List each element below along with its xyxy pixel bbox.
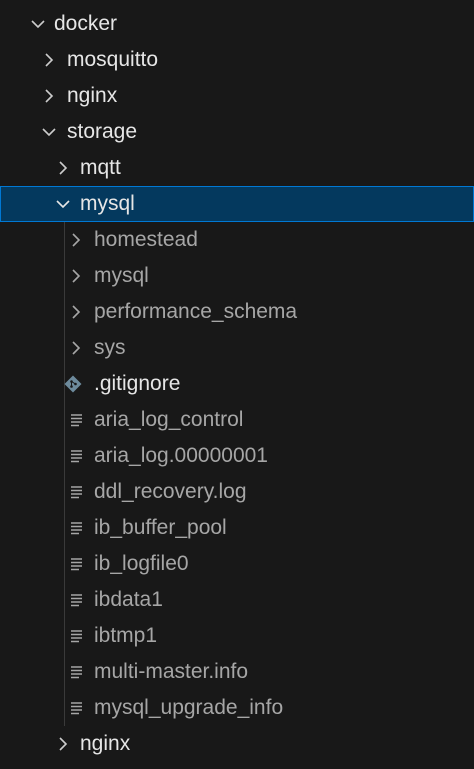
chevron-right-icon xyxy=(66,258,86,294)
text-file-icon xyxy=(67,582,87,618)
text-file-icon xyxy=(67,618,87,654)
tree-item-performance-schema[interactable]: performance_schema xyxy=(0,294,474,330)
tree-item-docker[interactable]: docker xyxy=(0,6,474,42)
text-file-icon xyxy=(67,402,87,438)
text-file-icon xyxy=(67,438,87,474)
tree-item-ibtmp1[interactable]: ibtmp1 xyxy=(0,618,474,654)
tree-item-label: nginx xyxy=(67,84,118,107)
tree-item-storage[interactable]: storage xyxy=(0,114,474,150)
tree-item-mysql-upgrade-info[interactable]: mysql_upgrade_info xyxy=(0,690,474,726)
tree-item-label: aria_log_control xyxy=(94,408,244,431)
tree-item-label: mysql xyxy=(80,192,135,215)
chevron-right-icon xyxy=(53,726,73,762)
tree-item-label: homestead xyxy=(94,228,198,251)
tree-item-label: mosquitto xyxy=(67,48,159,71)
tree-item-label: ibtmp1 xyxy=(94,624,158,647)
tree-item-aria-log-control[interactable]: aria_log_control xyxy=(0,402,474,438)
git-icon xyxy=(63,366,83,402)
tree-item-homestead[interactable]: homestead xyxy=(0,222,474,258)
chevron-down-icon xyxy=(28,6,48,42)
tree-item-label: ddl_recovery.log xyxy=(94,480,247,503)
tree-item-ib-logfile0[interactable]: ib_logfile0 xyxy=(0,546,474,582)
file-explorer-tree: docker mosquitto nginx storage mqtt mysq… xyxy=(0,0,474,769)
tree-item-label: mysql_upgrade_info xyxy=(94,696,284,719)
tree-item-multi-master-info[interactable]: multi-master.info xyxy=(0,654,474,690)
tree-item-ibdata1[interactable]: ibdata1 xyxy=(0,582,474,618)
text-file-icon xyxy=(67,654,87,690)
tree-item-mysql[interactable]: mysql xyxy=(0,258,474,294)
tree-item-mysql-selected[interactable]: mysql xyxy=(0,186,474,222)
tree-item-label: sys xyxy=(94,336,126,359)
text-file-icon xyxy=(67,474,87,510)
chevron-right-icon xyxy=(66,294,86,330)
text-file-icon xyxy=(67,690,87,726)
text-file-icon xyxy=(67,546,87,582)
tree-item-label: storage xyxy=(67,120,138,143)
tree-item-aria-log-00000001[interactable]: aria_log.00000001 xyxy=(0,438,474,474)
tree-item-mosquitto[interactable]: mosquitto xyxy=(0,42,474,78)
tree-item-label: mqtt xyxy=(80,156,121,179)
tree-item-nginx[interactable]: nginx xyxy=(0,78,474,114)
tree-item-label: ib_buffer_pool xyxy=(94,516,227,539)
tree-item-label: aria_log.00000001 xyxy=(94,444,268,467)
tree-item-ddl-recovery-log[interactable]: ddl_recovery.log xyxy=(0,474,474,510)
text-file-icon xyxy=(67,510,87,546)
tree-item-ib-buffer-pool[interactable]: ib_buffer_pool xyxy=(0,510,474,546)
tree-item-label: .gitignore xyxy=(94,372,181,395)
tree-item-nginx-storage[interactable]: nginx xyxy=(0,726,474,762)
tree-item-label: multi-master.info xyxy=(94,660,249,683)
tree-item-label: ib_logfile0 xyxy=(94,552,189,575)
tree-item-gitignore[interactable]: .gitignore xyxy=(0,366,474,402)
chevron-down-icon xyxy=(53,186,73,222)
tree-item-mqtt[interactable]: mqtt xyxy=(0,150,474,186)
chevron-down-icon xyxy=(39,114,59,150)
tree-item-sys[interactable]: sys xyxy=(0,330,474,366)
chevron-right-icon xyxy=(39,78,59,114)
tree-item-label: mysql xyxy=(94,264,149,287)
chevron-right-icon xyxy=(66,330,86,366)
chevron-right-icon xyxy=(66,222,86,258)
chevron-right-icon xyxy=(39,42,59,78)
tree-item-label: nginx xyxy=(80,732,131,755)
tree-item-label: performance_schema xyxy=(94,300,298,323)
tree-item-label: docker xyxy=(54,12,118,35)
chevron-right-icon xyxy=(53,150,73,186)
tree-item-label: ibdata1 xyxy=(94,588,163,611)
